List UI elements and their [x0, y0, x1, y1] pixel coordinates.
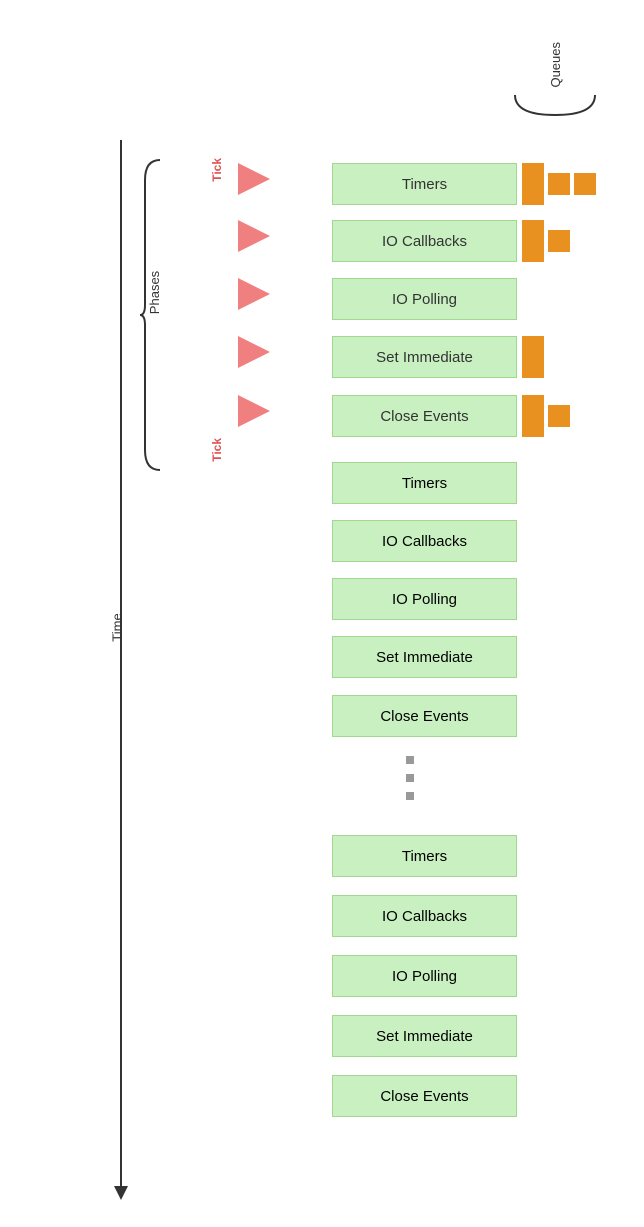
- queue-si-c1: [522, 336, 544, 378]
- phase-timers-c2: Timers: [332, 462, 517, 504]
- q-block: [574, 173, 596, 195]
- phase-iop-c2: IO Polling: [332, 578, 517, 620]
- main-container: Time Queues Phases Tick Timers IO Callba…: [0, 0, 644, 1227]
- arrow-ce-c1: [238, 395, 270, 427]
- phase-ce-c2: Close Events: [332, 695, 517, 737]
- q-block: [522, 336, 544, 378]
- arrow-si-c1: [238, 336, 270, 368]
- q-block: [548, 230, 570, 252]
- phase-timers-c1: Timers: [332, 163, 517, 205]
- dot2: [406, 774, 414, 782]
- phase-iocb-c3: IO Callbacks: [332, 895, 517, 937]
- queue-iocb-c1: [522, 220, 570, 262]
- queues-label: Queues: [548, 42, 563, 88]
- time-label: Time: [110, 613, 125, 641]
- arrow-timers-c1: [238, 163, 270, 195]
- phases-brace-svg: [135, 155, 165, 475]
- arrow-iocb-c1: [238, 220, 270, 252]
- phase-si-c1: Set Immediate: [332, 336, 517, 378]
- q-block: [548, 173, 570, 195]
- dot1: [406, 756, 414, 764]
- queues-brace-svg: [510, 90, 600, 120]
- phases-label: Phases: [147, 271, 162, 314]
- q-block: [522, 163, 544, 205]
- queue-timers-c1: [522, 163, 596, 205]
- time-axis: [120, 140, 122, 1190]
- q-block: [548, 405, 570, 427]
- q-block: [522, 220, 544, 262]
- phase-ce-c3: Close Events: [332, 1075, 517, 1117]
- arrow-iop-c1: [238, 278, 270, 310]
- dots-area: [406, 756, 414, 800]
- tick-label-bottom: Tick: [210, 438, 224, 462]
- phase-timers-c3: Timers: [332, 835, 517, 877]
- dot3: [406, 792, 414, 800]
- q-block: [522, 395, 544, 437]
- phase-ce-c1: Close Events: [332, 395, 517, 437]
- phase-iocb-c1: IO Callbacks: [332, 220, 517, 262]
- phase-iop-c1: IO Polling: [332, 278, 517, 320]
- phase-iop-c3: IO Polling: [332, 955, 517, 997]
- queue-ce-c1: [522, 395, 570, 437]
- phase-si-c3: Set Immediate: [332, 1015, 517, 1057]
- phase-iocb-c2: IO Callbacks: [332, 520, 517, 562]
- queues-header: Queues: [510, 42, 600, 120]
- phase-si-c2: Set Immediate: [332, 636, 517, 678]
- tick-label-top: Tick: [210, 158, 224, 182]
